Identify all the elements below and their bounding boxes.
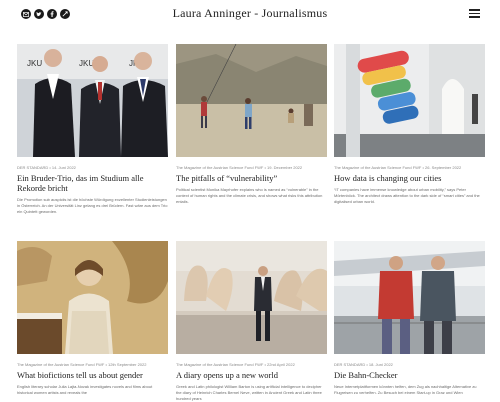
article-title[interactable]: A diary opens up a new world	[176, 370, 327, 380]
article-image[interactable]: JKU JKU JKU	[17, 44, 168, 157]
article-meta: DER STANDARD • 14. Juni 2022	[17, 165, 76, 170]
article-image[interactable]	[176, 241, 327, 354]
article-card[interactable]: JKU JKU JKU DER STANDARD • 14. Juni 2022…	[17, 44, 168, 215]
article-excerpt: Neue Internetplattformen könnten helfen,…	[334, 384, 477, 395]
article-title[interactable]: Die Bahn-Checker	[334, 370, 485, 380]
article-image[interactable]	[17, 241, 168, 354]
article-title[interactable]: How data is changing our cities	[334, 173, 485, 183]
svg-text:JKU: JKU	[27, 59, 42, 68]
article-image[interactable]	[334, 241, 485, 354]
article-meta: The Magazine of the Austrian Science Fun…	[176, 362, 295, 367]
site-title[interactable]: Laura Anninger - Journalismus	[0, 6, 500, 21]
article-image[interactable]	[176, 44, 327, 157]
article-excerpt: “IT companies have immense knowledge abo…	[334, 187, 480, 204]
article-meta: DER STANDARD • 18. Juni 2022	[334, 362, 393, 367]
hamburger-menu-icon[interactable]	[469, 9, 480, 18]
article-meta: The Magazine of the Austrian Science Fun…	[176, 165, 303, 170]
article-meta: The Magazine of the Austrian Science Fun…	[334, 165, 462, 170]
article-title[interactable]: What biofictions tell us about gender	[17, 370, 168, 380]
article-title[interactable]: The pitfalls of “vulnerability”	[176, 173, 327, 183]
article-card[interactable]: The Magazine of the Austrian Science Fun…	[334, 44, 485, 205]
site-header: Laura Anninger - Journalismus	[0, 0, 500, 30]
article-meta: The Magazine of the Austrian Science Fun…	[17, 362, 147, 367]
article-card[interactable]: The Magazine of the Austrian Science Fun…	[17, 241, 168, 396]
article-image[interactable]	[334, 44, 485, 157]
article-excerpt: English literary scholar Julia Lajta-Nov…	[17, 384, 153, 395]
article-excerpt: Die Promotion sub auspiciis ist die höch…	[17, 197, 168, 214]
article-excerpt: Political scientist Monika Mayrhofer exp…	[176, 187, 323, 204]
article-card[interactable]: DER STANDARD • 18. Juni 2022 Die Bahn-Ch…	[334, 241, 485, 396]
article-card[interactable]: The Magazine of the Austrian Science Fun…	[176, 241, 327, 402]
article-excerpt: Greek and Latin philologist William Bart…	[176, 384, 322, 401]
article-title[interactable]: Ein Bruder-Trio, das im Studium alle Rek…	[17, 173, 168, 193]
article-card[interactable]: The Magazine of the Austrian Science Fun…	[176, 44, 327, 205]
